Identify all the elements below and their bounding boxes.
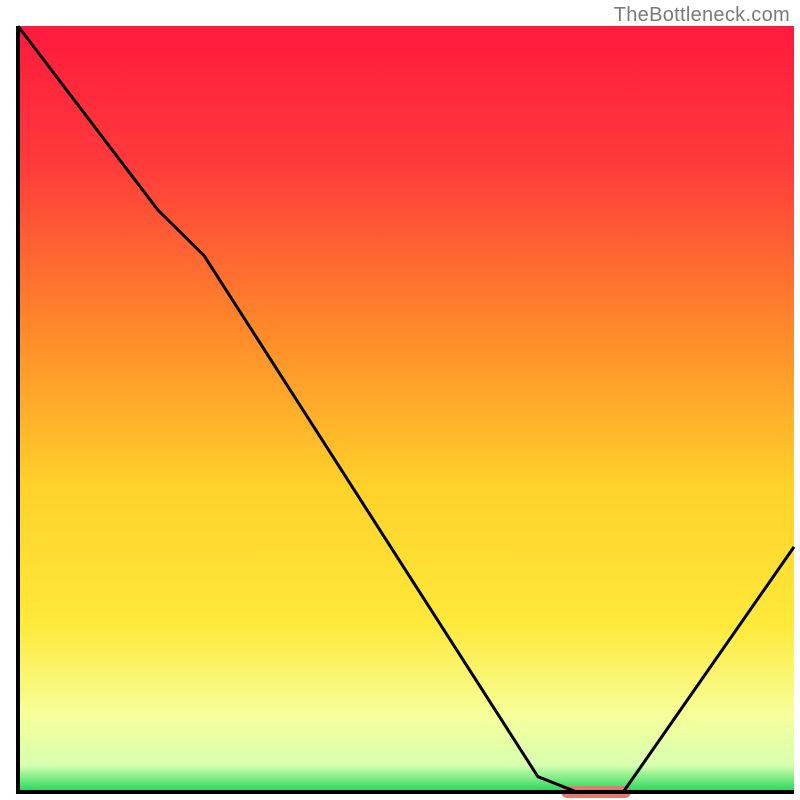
credit-label: TheBottleneck.com <box>614 4 790 27</box>
bottleneck-chart <box>0 0 800 800</box>
